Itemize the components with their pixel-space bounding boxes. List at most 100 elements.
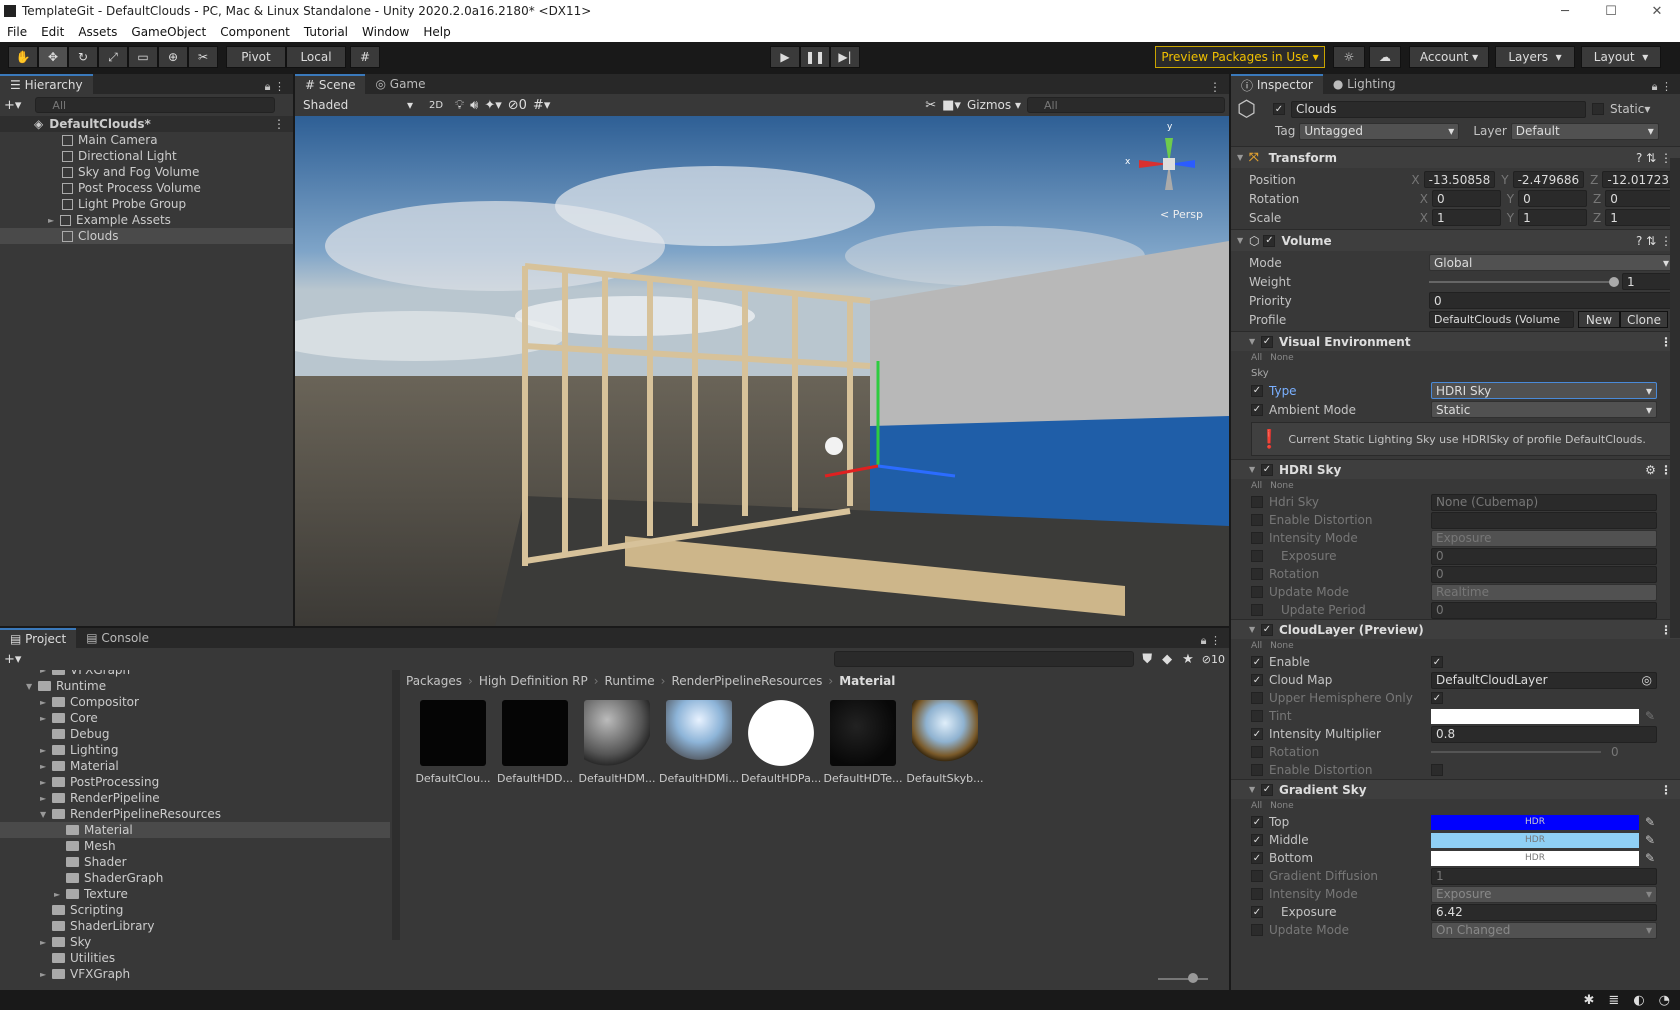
hdri-sky-checkbox[interactable]: ✓ [1261, 463, 1273, 476]
component-menu-icon[interactable]: ⚙ ⋮ [1645, 463, 1672, 477]
update-mode-dropdown[interactable]: On Changed ▾ [1431, 921, 1657, 939]
inspector-scrollbar[interactable] [1670, 158, 1680, 638]
override-checkbox[interactable]: ✓ [1251, 834, 1263, 846]
none-button[interactable]: None [1270, 641, 1293, 651]
breadcrumb-item[interactable]: Packages [406, 674, 462, 688]
menu-gameobject[interactable]: GameObject [124, 25, 213, 39]
mode-dropdown[interactable]: Global ▾ [1429, 254, 1674, 271]
expand-arrow-icon[interactable]: ► [40, 938, 52, 947]
project-search-input[interactable] [834, 651, 1135, 667]
override-checkbox[interactable] [1251, 532, 1263, 544]
hierarchy-item-selected[interactable]: Clouds [0, 228, 293, 244]
all-button[interactable]: All [1251, 481, 1262, 491]
folder-item[interactable]: ► Lighting [0, 742, 390, 758]
override-checkbox[interactable]: ✓ [1251, 852, 1263, 864]
hidden-objects-icon[interactable]: ⊘0 [508, 98, 527, 113]
gradient-sky-checkbox[interactable]: ✓ [1261, 783, 1273, 796]
sky-type-dropdown[interactable]: HDRI Sky ▾ [1431, 382, 1657, 399]
breadcrumb-item[interactable]: Runtime [605, 674, 655, 688]
favorite-icon[interactable]: ★ [1182, 652, 1194, 667]
active-checkbox[interactable]: ✓ [1273, 103, 1285, 115]
grid-snap-icon[interactable]: # [350, 46, 380, 68]
cloud-icon[interactable]: ☁ [1369, 46, 1401, 68]
new-profile-button[interactable]: New [1578, 311, 1620, 328]
cloud-layer-checkbox[interactable]: ✓ [1261, 623, 1273, 636]
transform-tool-icon[interactable]: ⊕ [158, 46, 188, 68]
scene-root[interactable]: ◈ DefaultClouds* ⋮ [0, 116, 293, 132]
override-checkbox[interactable] [1251, 710, 1263, 722]
tab-lighting[interactable]: ● Lighting [1323, 74, 1406, 94]
object-name-input[interactable]: Clouds [1291, 100, 1586, 118]
override-checkbox[interactable] [1251, 496, 1263, 508]
orientation-gizmo[interactable]: y x [1125, 122, 1209, 204]
folder-item[interactable]: ▼ RenderPipelineResources [0, 806, 390, 822]
override-checkbox[interactable] [1251, 870, 1263, 882]
clone-profile-button[interactable]: Clone [1620, 311, 1668, 328]
folder-item[interactable]: ► VFXGraph [0, 966, 390, 982]
cache-server-icon[interactable]: ≣ [1608, 993, 1619, 1008]
menu-tutorial[interactable]: Tutorial [297, 25, 355, 39]
hierarchy-search-input[interactable]: All [35, 97, 276, 113]
folder-item[interactable]: Utilities [0, 950, 390, 966]
folder-item[interactable]: ► Material [0, 758, 390, 774]
expand-arrow-icon[interactable]: ► [48, 216, 60, 225]
folder-item[interactable]: ► PostProcessing [0, 774, 390, 790]
menu-assets[interactable]: Assets [71, 25, 124, 39]
asset-item[interactable]: DefaultSkyb... [904, 700, 986, 785]
all-button[interactable]: All [1251, 641, 1262, 651]
none-button[interactable]: None [1270, 353, 1293, 363]
progress-icon[interactable]: ◔ [1659, 993, 1670, 1008]
layers-dropdown[interactable]: Layers ▾ [1495, 46, 1575, 68]
gradient-diffusion-field[interactable]: 1 [1431, 867, 1657, 885]
lighting-bake-icon[interactable]: ◐ [1633, 993, 1644, 1008]
audio-toggle-icon[interactable]: 🔊︎ [470, 98, 478, 113]
tree-scrollbar[interactable] [392, 670, 400, 940]
eyedropper-icon[interactable]: ✎ [1645, 709, 1655, 723]
component-menu-icon[interactable]: ⋮ [1660, 783, 1672, 797]
scale-z-field[interactable]: 1 [1605, 209, 1674, 226]
hierarchy-item[interactable]: ► Example Assets [0, 212, 293, 228]
asset-item[interactable]: DefaultHDTe... [822, 700, 904, 785]
visual-environment-header[interactable]: ▼ ✓ Visual Environment ⋮ [1231, 331, 1680, 351]
preview-packages-button[interactable]: Preview Packages in Use ▾ [1155, 46, 1325, 68]
middle-color-field[interactable]: HDR [1431, 832, 1639, 848]
menu-edit[interactable]: Edit [34, 25, 71, 39]
2d-toggle[interactable]: 2D [423, 96, 449, 114]
hierarchy-item[interactable]: Main Camera [0, 132, 293, 148]
hierarchy-item[interactable]: Light Probe Group [0, 196, 293, 212]
weight-field[interactable]: 1 [1622, 273, 1674, 290]
override-checkbox[interactable] [1251, 692, 1263, 704]
tab-game[interactable]: ◎ Game [365, 74, 435, 94]
lock-icon[interactable]: 🔒︎ ⋮ [265, 80, 285, 94]
override-checkbox[interactable]: ✓ [1251, 384, 1263, 397]
folder-item[interactable]: ► Texture [0, 886, 390, 902]
intensity-mode-dropdown[interactable]: Exposure ▾ [1431, 885, 1657, 903]
override-checkbox[interactable]: ✓ [1251, 674, 1263, 686]
asset-item[interactable]: DefaultHDM... [576, 700, 658, 785]
folder-item[interactable]: Scripting [0, 902, 390, 918]
eyedropper-icon[interactable]: ✎ [1645, 815, 1655, 829]
maximize-icon[interactable]: ☐ [1588, 4, 1634, 19]
close-icon[interactable]: ✕ [1634, 4, 1680, 19]
property-field[interactable] [1431, 511, 1657, 529]
breadcrumb-item[interactable]: RenderPipelineResources [671, 674, 822, 688]
rotation-x-field[interactable]: 0 [1431, 190, 1501, 207]
minimize-icon[interactable]: ─ [1542, 4, 1588, 19]
scale-x-field[interactable]: 1 [1431, 209, 1501, 226]
all-button[interactable]: All [1251, 353, 1262, 363]
filter-label-icon[interactable]: ◆ [1162, 652, 1172, 667]
hierarchy-item[interactable]: Sky and Fog Volume [0, 164, 293, 180]
rect-tool-icon[interactable]: ▭ [128, 46, 158, 68]
cloud-layer-header[interactable]: ▼ ✓ CloudLayer (Preview) ⋮ [1231, 619, 1680, 639]
enable-checkbox[interactable]: ✓ [1431, 656, 1443, 668]
gizmos-dropdown[interactable]: Gizmos ▾ [967, 98, 1021, 112]
account-dropdown[interactable]: Account ▾ [1409, 46, 1489, 68]
rotation-y-field[interactable]: 0 [1518, 190, 1587, 207]
position-x-field[interactable]: -13.50858 [1423, 171, 1496, 188]
rotate-tool-icon[interactable]: ↻ [68, 46, 98, 68]
hierarchy-item[interactable]: Post Process Volume [0, 180, 293, 196]
all-button[interactable]: All [1251, 801, 1262, 811]
override-checkbox[interactable] [1251, 550, 1263, 562]
hdri-sky-header[interactable]: ▼ ✓ HDRI Sky ⚙ ⋮ [1231, 459, 1680, 479]
expand-arrow-icon[interactable]: ► [40, 794, 52, 803]
